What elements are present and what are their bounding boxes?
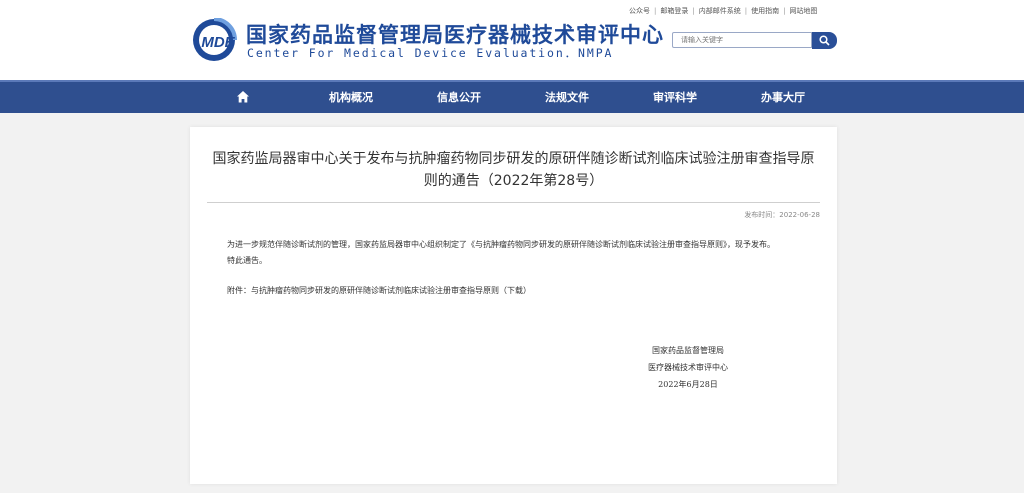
article-title-line1: 国家药监局器审中心关于发布与抗肿瘤药物同步研发的原研伴随诊断试剂临床试验注册审查… <box>212 151 815 167</box>
article-body: 为进一步规范伴随诊断试剂的管理，国家药监局器审中心组织制定了《与抗肿瘤药物同步研… <box>205 237 795 299</box>
signature-date: 2022年6月28日 <box>658 380 718 389</box>
paragraph-notice: 特此通告。 <box>227 256 267 265</box>
attachment-link[interactable]: 与抗肿瘤药物同步研发的原研伴随诊断试剂临床试验注册审查指导原则（下载） <box>251 286 531 295</box>
attachment-line: 附件：与抗肿瘤药物同步研发的原研伴随诊断试剂临床试验注册审查指导原则（下载） <box>205 283 795 299</box>
paragraph-intro: 为进一步规范伴随诊断试剂的管理，国家药监局器审中心组织制定了《与抗肿瘤药物同步研… <box>227 240 775 249</box>
nav-item-review-science[interactable]: 审评科学 <box>653 82 697 113</box>
site-header: MDE 国家药品监督管理局医疗器械技术审评中心 Center For Medic… <box>0 0 1024 80</box>
nav-item-about[interactable]: 机构概况 <box>329 82 373 113</box>
nav-item-service-hall[interactable]: 办事大厅 <box>761 82 805 113</box>
signature-org-2: 医疗器械技术审评中心 <box>648 363 728 372</box>
toplink-email-login[interactable]: 邮箱登录 <box>660 6 688 16</box>
mde-logo[interactable]: MDE <box>192 17 244 62</box>
title-divider <box>207 202 820 203</box>
nav-item-info-disclosure[interactable]: 信息公开 <box>437 82 481 113</box>
article-title-line2: 则的通告（2022年第28号） <box>423 173 604 189</box>
search-icon <box>819 35 830 46</box>
toplink-internal-mail[interactable]: 内部邮件系统 <box>699 6 741 16</box>
article-card: 国家药监局器审中心关于发布与抗肿瘤药物同步研发的原研伴随诊断试剂临床试验注册审查… <box>190 127 837 484</box>
search-input[interactable] <box>672 32 812 48</box>
logo-text: MDE <box>201 34 235 51</box>
home-icon[interactable] <box>236 90 250 104</box>
signature-block: 国家药品监督管理局 医疗器械技术审评中心 2022年6月28日 <box>648 342 728 393</box>
toplink-wechat[interactable]: 公众号 <box>629 6 650 16</box>
article-title: 国家药监局器审中心关于发布与抗肿瘤药物同步研发的原研伴随诊断试剂临床试验注册审查… <box>190 148 837 192</box>
site-subtitle: Center For Medical Device Evaluation．NMP… <box>247 46 614 60</box>
publish-date: 发布时间：2022-06-28 <box>744 211 820 219</box>
attachment-label: 附件： <box>227 286 251 295</box>
signature-org-1: 国家药品监督管理局 <box>652 346 724 355</box>
top-links: 公众号 | 邮箱登录 | 内部邮件系统 | 使用指南 | 网站地图 <box>629 6 818 16</box>
main-nav: 机构概况 信息公开 法规文件 审评科学 办事大厅 <box>0 80 1024 113</box>
toplink-user-guide[interactable]: 使用指南 <box>751 6 779 16</box>
toplink-sitemap[interactable]: 网站地图 <box>789 6 817 16</box>
nav-item-regulations[interactable]: 法规文件 <box>545 82 589 113</box>
search-button[interactable] <box>812 32 837 49</box>
